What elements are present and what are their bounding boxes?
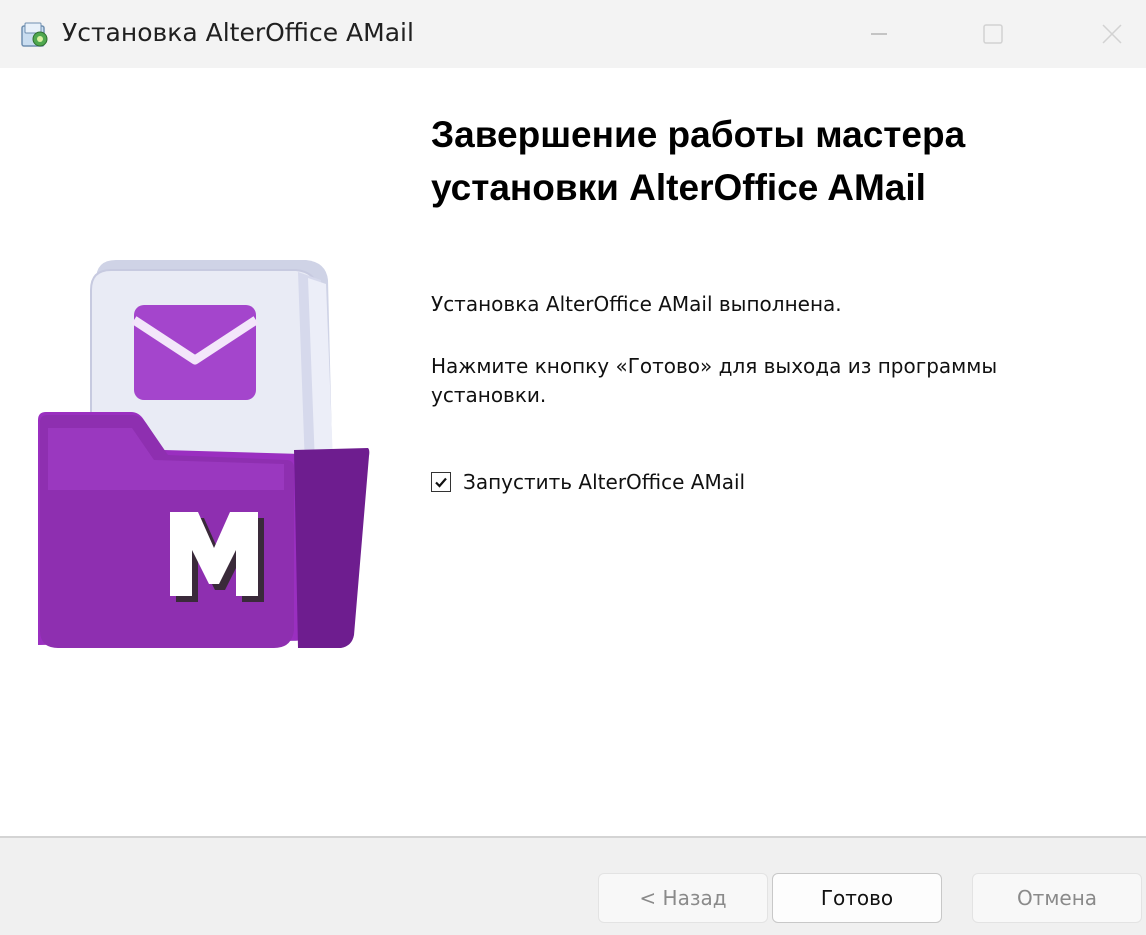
launch-checkbox[interactable] xyxy=(431,472,451,492)
finish-button[interactable]: Готово xyxy=(772,873,942,923)
maximize-icon xyxy=(983,24,1003,44)
title-bar: Установка AlterOffice AMail xyxy=(0,0,1146,68)
amail-folder-icon xyxy=(38,260,370,648)
back-button[interactable]: < Назад xyxy=(598,873,768,923)
instructions-message: Нажмите кнопку «Готово» для выхода из пр… xyxy=(431,354,998,407)
checkmark-icon xyxy=(435,477,447,488)
minimize-icon xyxy=(871,33,887,35)
close-button[interactable] xyxy=(1081,0,1143,68)
title-line-1: Завершение работы мастера xyxy=(431,114,966,155)
minimize-button[interactable] xyxy=(848,0,910,68)
installer-icon xyxy=(21,22,48,47)
close-icon xyxy=(1102,24,1122,44)
page-title: Завершение работы мастера установки Alte… xyxy=(431,108,1111,214)
title-line-2: установки AlterOffice AMail xyxy=(431,167,926,208)
launch-checkbox-label[interactable]: Запустить AlterOffice AMail xyxy=(463,470,745,494)
launch-app-option[interactable]: Запустить AlterOffice AMail xyxy=(431,470,745,494)
maximize-button[interactable] xyxy=(962,0,1024,68)
cancel-button[interactable]: Отмена xyxy=(972,873,1142,923)
window-title: Установка AlterOffice AMail xyxy=(62,18,414,47)
completion-message: Установка AlterOffice AMail выполнена. xyxy=(431,292,842,316)
